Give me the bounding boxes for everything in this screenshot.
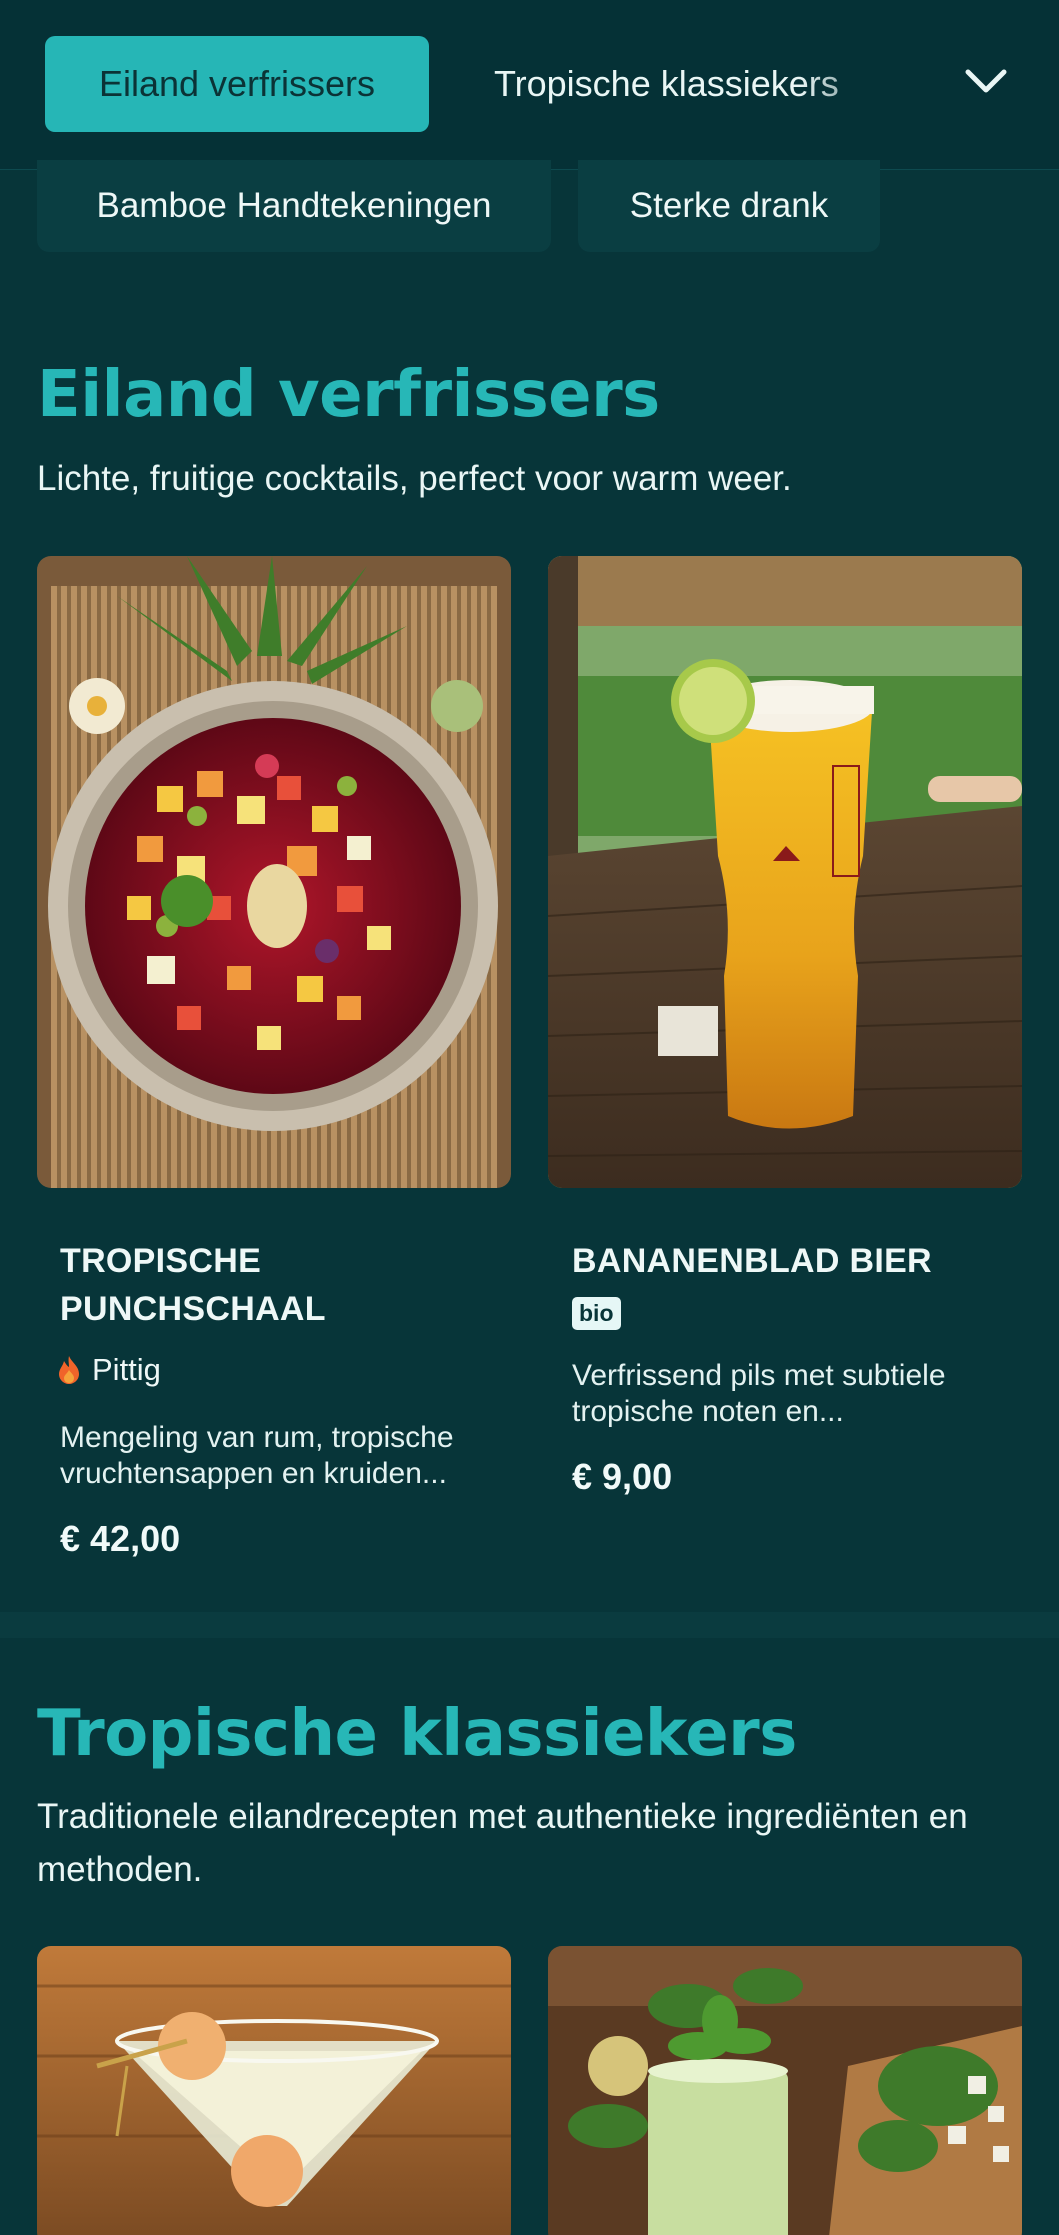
flame-icon bbox=[59, 1356, 79, 1384]
item-price: € 42,00 bbox=[60, 1518, 181, 1559]
item-description: Mengeling van rum, tropische vruchtensap… bbox=[60, 1421, 454, 1490]
spicy-label: Pittig bbox=[92, 1352, 161, 1387]
section-title: Tropische klassiekers bbox=[37, 1697, 797, 1771]
category-nav: Eiland verfrissers Tropische klassiekers bbox=[0, 0, 1059, 170]
section-title: Eiland verfrissers bbox=[37, 358, 660, 432]
punch-bowl-image[interactable] bbox=[37, 556, 511, 1188]
tab-scroll-fade bbox=[800, 30, 920, 140]
section-description: Lichte, fruitige cocktails, perfect voor… bbox=[37, 459, 792, 498]
chip-bamboe-handtekeningen[interactable]: Bamboe Handtekeningen bbox=[37, 160, 551, 252]
item-price: € 9,00 bbox=[572, 1456, 673, 1497]
section-divider bbox=[0, 1612, 1059, 1638]
item-name[interactable]: BANANENBLAD BIER bbox=[572, 1237, 1002, 1285]
chip-sterke-drank[interactable]: Sterke drank bbox=[578, 160, 880, 252]
spicy-tag: Pittig bbox=[58, 1350, 161, 1390]
item-name[interactable]: TROPISCHE PUNCHSCHAAL bbox=[60, 1237, 490, 1333]
section-description: Traditionele eilandrecepten met authenti… bbox=[37, 1797, 968, 1889]
mojito-image[interactable] bbox=[548, 1946, 1022, 2235]
tab-tropische-klassiekers[interactable]: Tropische klassiekers bbox=[494, 36, 839, 132]
martini-image[interactable] bbox=[37, 1946, 511, 2235]
item-description: Verfrissend pils met subtiele tropische … bbox=[572, 1359, 946, 1428]
tab-eiland-verfrissers[interactable]: Eiland verfrissers bbox=[45, 36, 429, 132]
beer-glass-image[interactable] bbox=[548, 556, 1022, 1188]
bio-badge: bio bbox=[572, 1297, 621, 1330]
chevron-down-icon[interactable] bbox=[962, 62, 1010, 102]
